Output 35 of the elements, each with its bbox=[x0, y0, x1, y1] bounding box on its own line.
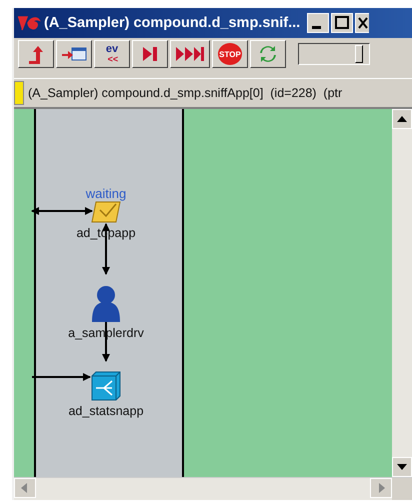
run-button[interactable] bbox=[170, 40, 210, 68]
scroll-left-icon[interactable] bbox=[14, 478, 36, 498]
event-sublabel: << bbox=[108, 54, 118, 64]
up-arrow-button[interactable] bbox=[18, 40, 54, 68]
slider-thumb[interactable] bbox=[354, 45, 362, 63]
status-indicator bbox=[14, 81, 24, 105]
send-button[interactable] bbox=[56, 40, 92, 68]
refresh-icon bbox=[259, 45, 277, 63]
fast-forward-icon bbox=[175, 46, 205, 62]
person-icon[interactable] bbox=[90, 285, 122, 323]
up-arrow-icon bbox=[26, 44, 46, 64]
stop-sign: STOP bbox=[218, 43, 242, 65]
app-logo-icon bbox=[17, 15, 41, 31]
node-label: ad_statsnapp bbox=[68, 404, 144, 418]
close-icon[interactable] bbox=[355, 13, 370, 33]
object-path: (A_Sampler) compound.d_smp.sniffApp[0] (id=228) (ptr bbox=[28, 86, 342, 100]
refresh-button[interactable] bbox=[250, 40, 286, 68]
scroll-up-icon[interactable] bbox=[392, 109, 412, 129]
step-button[interactable] bbox=[132, 40, 168, 68]
event-button[interactable]: ev << bbox=[94, 40, 130, 68]
stop-button[interactable]: STOP bbox=[212, 40, 248, 68]
scroll-down-icon[interactable] bbox=[392, 457, 412, 477]
horizontal-scrollbar[interactable] bbox=[14, 477, 412, 500]
two-way-arrow bbox=[31, 207, 93, 215]
step-icon bbox=[142, 46, 158, 62]
send-icon bbox=[61, 46, 87, 62]
window-title: (A_Sampler) compound.d_smp.snif... bbox=[44, 15, 300, 31]
slider-track[interactable] bbox=[298, 43, 370, 65]
minimize-icon[interactable] bbox=[307, 13, 330, 33]
event-label: ev bbox=[106, 44, 118, 54]
arrow bbox=[32, 373, 91, 381]
maximize-icon[interactable] bbox=[331, 13, 354, 33]
node-status: waiting bbox=[86, 187, 126, 201]
vertical-scrollbar[interactable] bbox=[392, 109, 412, 477]
switch-box-icon[interactable] bbox=[91, 371, 121, 401]
